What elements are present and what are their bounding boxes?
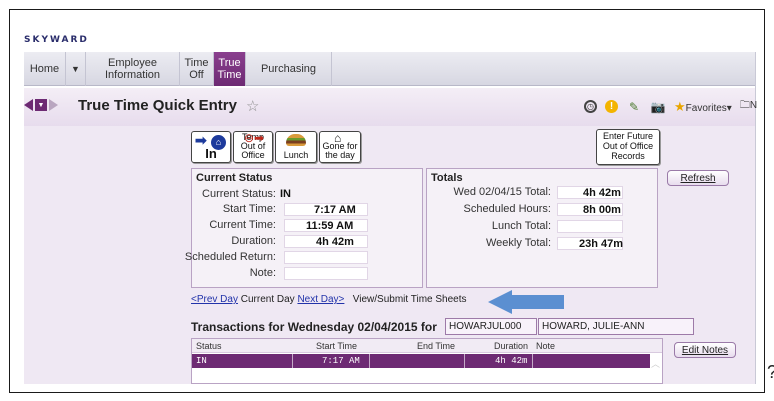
alert-icon[interactable]: !: [605, 100, 618, 113]
transactions-title: Transactions for Wednesday 02/04/2015 fo…: [191, 320, 437, 334]
prev-day-link[interactable]: <Prev Day: [191, 294, 238, 305]
next-day-link[interactable]: Next Day>: [297, 294, 344, 305]
col-status[interactable]: Status: [196, 341, 222, 351]
note-label: Note:: [249, 267, 276, 279]
nav-home-dropdown-icon[interactable]: ▼: [66, 52, 86, 86]
clock-face-icon: ⌂: [211, 135, 226, 150]
duration-label: Duration:: [231, 235, 276, 247]
row-start-time: 7:17 AM: [322, 356, 360, 366]
extra-menu[interactable]: 🗀N: [740, 98, 757, 115]
current-status-value: IN: [280, 188, 291, 200]
totals-heading: Totals: [431, 172, 463, 184]
forward-arrow-icon[interactable]: [49, 99, 58, 111]
main-content: ➡ ⌂ In ⊖➡ Temp Out of Office Lunch ⌂ Gon…: [24, 126, 755, 384]
extra-menu-label: N: [749, 100, 758, 111]
current-status-label: Current Status:: [202, 188, 276, 200]
lunch-button[interactable]: Lunch: [275, 131, 317, 163]
col-end-time[interactable]: End Time: [417, 341, 455, 351]
clock-icon[interactable]: ◷: [584, 100, 597, 113]
day-total-label: Wed 02/04/15 Total:: [453, 186, 551, 198]
weekly-total-label: Weekly Total:: [485, 237, 551, 249]
row-duration: 4h 42m: [495, 356, 528, 366]
current-status-heading: Current Status: [196, 172, 273, 184]
totals-panel: Totals Wed 02/04/15 Total: 4h 42m Schedu…: [426, 168, 658, 288]
favorite-star-icon[interactable]: ☆: [246, 97, 259, 115]
employee-id-field: HOWARJUL000: [445, 318, 537, 335]
current-time-label: Current Time:: [209, 219, 276, 231]
nav-time-off[interactable]: Time Off: [180, 52, 214, 86]
house-icon: ⌂: [334, 131, 342, 145]
weekly-total-value: 23h 47m: [579, 238, 624, 250]
scheduled-hours-value: 8h 00m: [583, 204, 621, 216]
view-submit-time-sheets-link[interactable]: View/Submit Time Sheets: [353, 294, 467, 305]
favorites-menu[interactable]: ★Favorites▾: [674, 99, 732, 115]
scheduled-hours-label: Scheduled Hours:: [463, 203, 551, 215]
day-navigation: <Prev Day Current Day Next Day> View/Sub…: [191, 294, 467, 305]
folder-icon: 🗀: [739, 100, 750, 111]
nav-employee-information[interactable]: Employee Information: [86, 52, 180, 86]
nav-purchasing[interactable]: Purchasing: [246, 52, 332, 86]
lunch-total-box: [557, 220, 623, 233]
col-note[interactable]: Note: [536, 341, 555, 351]
employee-name-field: HOWARD, JULIE-ANN: [538, 318, 694, 335]
cell-divider: [292, 354, 293, 368]
duration-value: 4h 42m: [316, 236, 354, 248]
history-dropdown-icon[interactable]: ▼: [35, 99, 47, 111]
edit-notes-button[interactable]: Edit Notes: [674, 342, 736, 358]
scroll-up-icon[interactable]: ︿: [651, 357, 660, 370]
col-start-time[interactable]: Start Time: [316, 341, 357, 351]
start-time-value: 7:17 AM: [314, 204, 356, 216]
lunch-total-label: Lunch Total:: [491, 220, 551, 232]
burger-icon: [286, 134, 306, 146]
current-status-panel: Current Status Current Status: IN Start …: [185, 168, 423, 288]
grid-header: Status Start Time End Time Duration Note: [192, 339, 662, 353]
cell-divider: [532, 354, 533, 368]
question-mark: ?: [767, 362, 774, 383]
cell-divider: [464, 354, 465, 368]
lunch-label: Lunch: [283, 150, 309, 160]
current-day-label: Current Day: [240, 294, 295, 305]
toolbar-right: ◷ ! ✎ 📷 ★Favorites▾ 🗀N: [584, 98, 757, 115]
back-arrow-icon[interactable]: [24, 99, 33, 111]
cell-divider: [369, 354, 370, 368]
temp-out-icon: ⊖➡: [244, 131, 265, 145]
favorites-label: Favorites▾: [685, 102, 732, 114]
nav-home[interactable]: Home: [24, 52, 66, 86]
notepad-icon[interactable]: ✎: [626, 99, 642, 115]
page-header-bar: ▼ True Time Quick Entry ☆ ◷ ! ✎ 📷 ★Favor…: [24, 88, 757, 126]
in-button-label: In: [205, 146, 217, 161]
annotation-arrow-icon: [488, 290, 564, 314]
current-time-value: 11:59 AM: [306, 220, 354, 232]
col-duration[interactable]: Duration: [494, 341, 528, 351]
in-button[interactable]: ➡ ⌂ In: [191, 131, 231, 163]
nav-true-time[interactable]: True Time: [214, 52, 246, 86]
history-nav: ▼: [24, 99, 58, 111]
start-time-label: Start Time:: [222, 203, 276, 215]
day-total-value: 4h 42m: [583, 187, 621, 199]
note-box: [284, 267, 368, 280]
arrow-right-icon: ➡: [195, 132, 207, 148]
temp-out-button[interactable]: ⊖➡ Temp Out of Office: [233, 131, 273, 163]
camera-icon[interactable]: 📷: [650, 99, 666, 115]
favorites-star-icon: ★: [674, 98, 686, 114]
scheduled-return-label: Scheduled Return:: [184, 251, 276, 263]
refresh-button[interactable]: Refresh: [667, 170, 729, 186]
scheduled-return-box: [284, 251, 368, 264]
row-status: IN: [196, 356, 207, 366]
enter-future-out-button[interactable]: Enter Future Out of Office Records: [596, 129, 660, 165]
skyward-logo: SKYWARD: [24, 35, 89, 45]
transactions-grid: Status Start Time End Time Duration Note…: [191, 338, 663, 384]
page-title: True Time Quick Entry: [78, 97, 237, 114]
table-row[interactable]: IN 7:17 AM 4h 42m: [192, 354, 650, 368]
gone-for-day-button[interactable]: ⌂ Gone for the day: [319, 131, 361, 163]
top-navigation: Home ▼ Employee Information Time Off Tru…: [24, 52, 755, 86]
